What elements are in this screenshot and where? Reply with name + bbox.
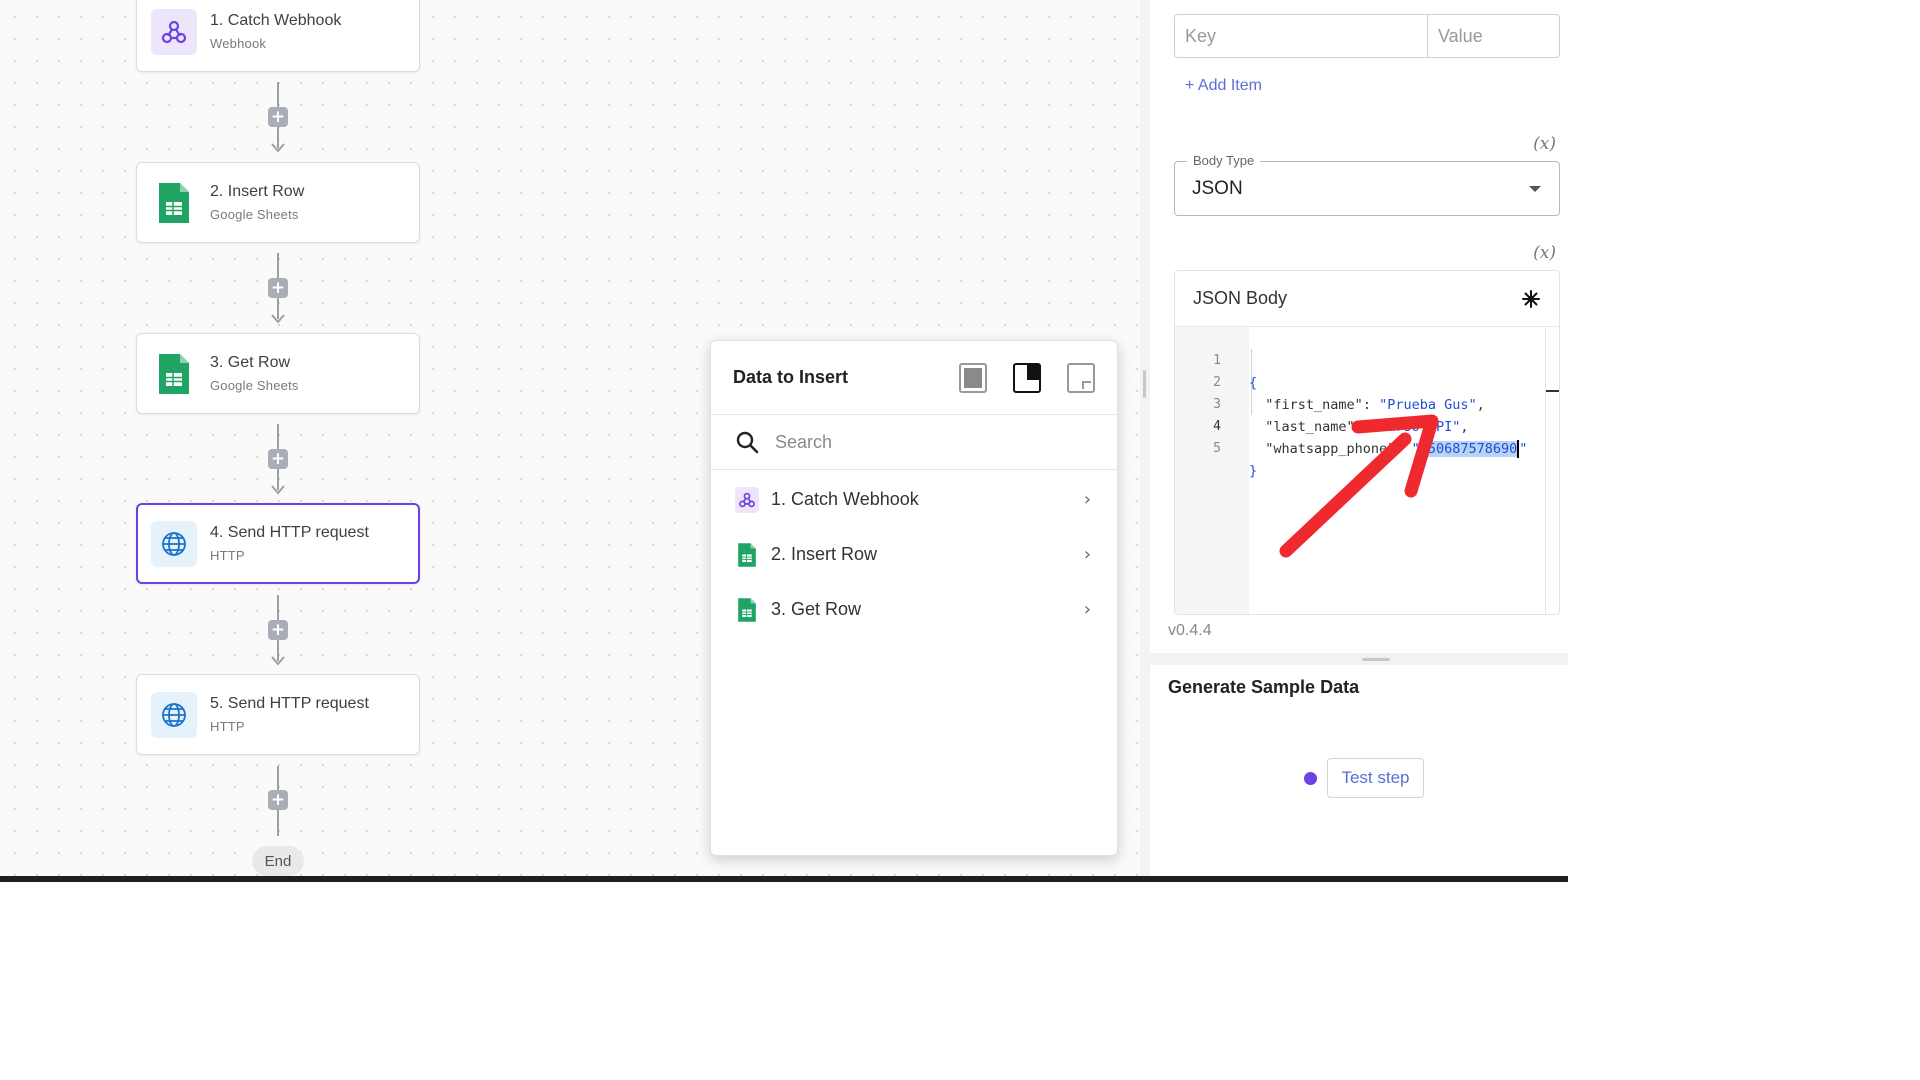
flow-step-catch-webhook[interactable]: 1. Catch Webhook Webhook <box>136 0 420 72</box>
popup-item-get-row[interactable]: 3. Get Row › <box>711 582 1117 637</box>
step-title: 1. Catch Webhook <box>210 12 342 29</box>
step-title: 2. Insert Row <box>210 183 305 200</box>
chevron-right-icon: › <box>1083 599 1091 620</box>
value-input[interactable] <box>1427 15 1680 57</box>
step-title: 5. Send HTTP request <box>210 695 369 712</box>
status-dot <box>1304 772 1317 785</box>
data-to-insert-popup: Data to Insert 1. Catch Webhook › 2. Ins… <box>710 340 1118 856</box>
body-type-label: Body Type <box>1187 153 1261 168</box>
bottom-bar <box>0 876 1568 882</box>
search-input[interactable] <box>775 431 1075 453</box>
search-icon <box>736 431 759 454</box>
step-subtitle: HTTP <box>210 719 245 734</box>
json-code-editor[interactable]: 1 { 2 "first_name": "Prueba Gus", 3 "las… <box>1175 327 1559 614</box>
step-subtitle: Webhook <box>210 36 267 51</box>
close-brace: } <box>1249 463 1258 479</box>
popup-item-label: 1. Catch Webhook <box>771 489 919 509</box>
arrow-down-icon <box>271 143 285 153</box>
popup-item-insert-row[interactable]: 2. Insert Row › <box>711 527 1117 582</box>
step-title: 4. Send HTTP request <box>210 524 369 541</box>
test-step-button[interactable]: Test step <box>1327 758 1424 798</box>
fullscreen-view-icon[interactable] <box>959 362 987 393</box>
add-step-button[interactable]: + <box>268 107 288 127</box>
editor-scrollbar[interactable] <box>1545 327 1559 614</box>
code-line: 4 "whatsapp_phone": "+50687578690 " <box>1175 394 1559 458</box>
floating-view-icon[interactable] <box>1067 362 1095 393</box>
selected-phone-value: +50687578690 <box>1419 441 1518 457</box>
line-number: 5 <box>1213 441 1221 456</box>
step-title: 3. Get Row <box>210 354 291 371</box>
json-body-editor-box: JSON Body 1 { 2 "first_name": "Prueba Gu… <box>1174 270 1560 615</box>
step-subtitle: HTTP <box>210 548 245 563</box>
popup-item-label: 2. Insert Row <box>771 544 878 564</box>
flow-end-node: End <box>252 846 304 876</box>
key-input[interactable] <box>1175 15 1427 57</box>
webhook-icon <box>151 8 197 55</box>
add-step-button[interactable]: + <box>268 790 288 810</box>
chevron-down-icon <box>1529 186 1541 192</box>
popup-item-label: 3. Get Row <box>771 599 862 619</box>
chevron-right-icon: › <box>1083 544 1091 565</box>
popup-title: Data to Insert <box>733 367 849 387</box>
variable-toggle-icon[interactable]: (x) <box>1533 243 1556 263</box>
google-sheets-icon <box>735 542 759 568</box>
docked-view-icon[interactable] <box>1013 362 1041 393</box>
add-step-button[interactable]: + <box>268 278 288 298</box>
body-type-select[interactable]: Body Type JSON <box>1174 153 1560 216</box>
code-line: 3 "last_name": "Curso API", <box>1175 372 1559 435</box>
flow-step-get-row[interactable]: 3. Get Row Google Sheets <box>136 333 420 414</box>
step-subtitle: Google Sheets <box>210 207 299 222</box>
flow-step-send-http-request-4[interactable]: 4. Send HTTP request HTTP <box>136 503 420 584</box>
add-step-button[interactable]: + <box>268 620 288 640</box>
generate-sample-data-title: Generate Sample Data <box>1168 677 1360 697</box>
json-body-header: JSON Body <box>1175 271 1559 327</box>
panel-split-handle[interactable] <box>1150 653 1568 665</box>
code-line: 5 } <box>1175 416 1559 479</box>
variable-toggle-icon[interactable]: (x) <box>1533 134 1556 154</box>
magic-format-icon[interactable] <box>1521 289 1541 309</box>
google-sheets-icon <box>151 351 197 397</box>
json-body-title: JSON Body <box>1193 288 1288 308</box>
version-label: v0.4.4 <box>1168 622 1212 639</box>
popup-item-catch-webhook[interactable]: 1. Catch Webhook › <box>711 472 1117 527</box>
globe-icon <box>151 520 197 567</box>
chevron-right-icon: › <box>1083 489 1091 510</box>
drag-handle[interactable] <box>1143 370 1146 398</box>
add-step-button[interactable]: + <box>268 449 288 469</box>
globe-icon <box>151 691 197 738</box>
flow-step-insert-row[interactable]: 2. Insert Row Google Sheets <box>136 162 420 243</box>
flow-step-send-http-request-5[interactable]: 5. Send HTTP request HTTP <box>136 674 420 755</box>
panel-resize-divider[interactable] <box>1140 0 1150 876</box>
code-line: 1 { <box>1175 328 1559 391</box>
add-item-button[interactable]: + Add Item <box>1185 77 1262 95</box>
popup-search-bar <box>711 415 1117 470</box>
google-sheets-icon <box>735 597 759 623</box>
webhook-icon <box>735 486 759 513</box>
code-line: 2 "first_name": "Prueba Gus", <box>1175 350 1559 413</box>
step-subtitle: Google Sheets <box>210 378 299 393</box>
google-sheets-icon <box>151 180 197 226</box>
step-settings-panel: + Add Item (x) Body Type JSON (x) JSON B… <box>1150 0 1680 876</box>
body-type-value: JSON <box>1192 178 1243 199</box>
arrow-down-icon <box>271 314 285 324</box>
query-params-row <box>1174 14 1680 58</box>
arrow-down-icon <box>271 656 285 666</box>
json-key: "whatsapp_phone" <box>1265 441 1396 457</box>
popup-header: Data to Insert <box>711 341 1117 415</box>
arrow-down-icon <box>271 485 285 495</box>
